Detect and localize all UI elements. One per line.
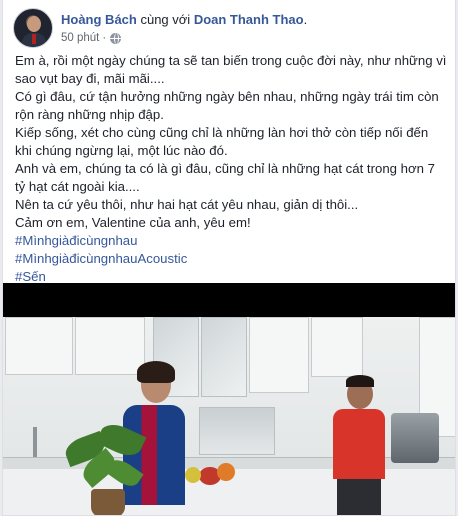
post-line: Kiếp sống, xét cho cùng cũng chỉ là nhữn… — [15, 125, 429, 158]
globe-icon[interactable] — [110, 32, 122, 44]
post-timestamp[interactable]: 50 phút — [61, 32, 99, 44]
author-line: Hoàng Bách cùng với Doan Thanh Thao. — [61, 12, 307, 27]
with-text: cùng với — [140, 12, 191, 27]
post-line: Anh và em, chúng ta có là gì đâu, cũng c… — [15, 161, 435, 194]
video-frame — [3, 317, 455, 515]
author-name-link[interactable]: Hoàng Bách — [61, 12, 137, 27]
author-avatar[interactable] — [13, 8, 53, 48]
hashtag-link[interactable]: #MìnhgiàđicùngnhauAcoustic — [15, 250, 447, 268]
post-line: Em à, rồi một ngày chúng ta sẽ tan biến … — [15, 53, 447, 86]
post-meta: 50 phút · — [61, 32, 122, 44]
hashtag-link[interactable]: #Mìnhgiàđicùngnhau — [15, 232, 447, 250]
post-video[interactable] — [3, 283, 455, 515]
post-line: Nên ta cứ yêu thôi, như hai hạt cát yêu … — [15, 197, 359, 212]
tagged-person-link[interactable]: Doan Thanh Thao — [194, 12, 304, 27]
meta-separator: · — [102, 32, 107, 44]
name-period: . — [303, 12, 308, 27]
post-line: Cảm ơn em, Valentine của anh, yêu em! — [15, 215, 251, 230]
post-header: Hoàng Bách cùng với Doan Thanh Thao. 50 … — [13, 4, 443, 48]
post-body: Em à, rồi một ngày chúng ta sẽ tan biến … — [15, 52, 447, 286]
post-card: Hoàng Bách cùng với Doan Thanh Thao. 50 … — [2, 0, 456, 516]
post-line: Có gì đâu, cứ tận hưởng những ngày bên n… — [15, 89, 439, 122]
